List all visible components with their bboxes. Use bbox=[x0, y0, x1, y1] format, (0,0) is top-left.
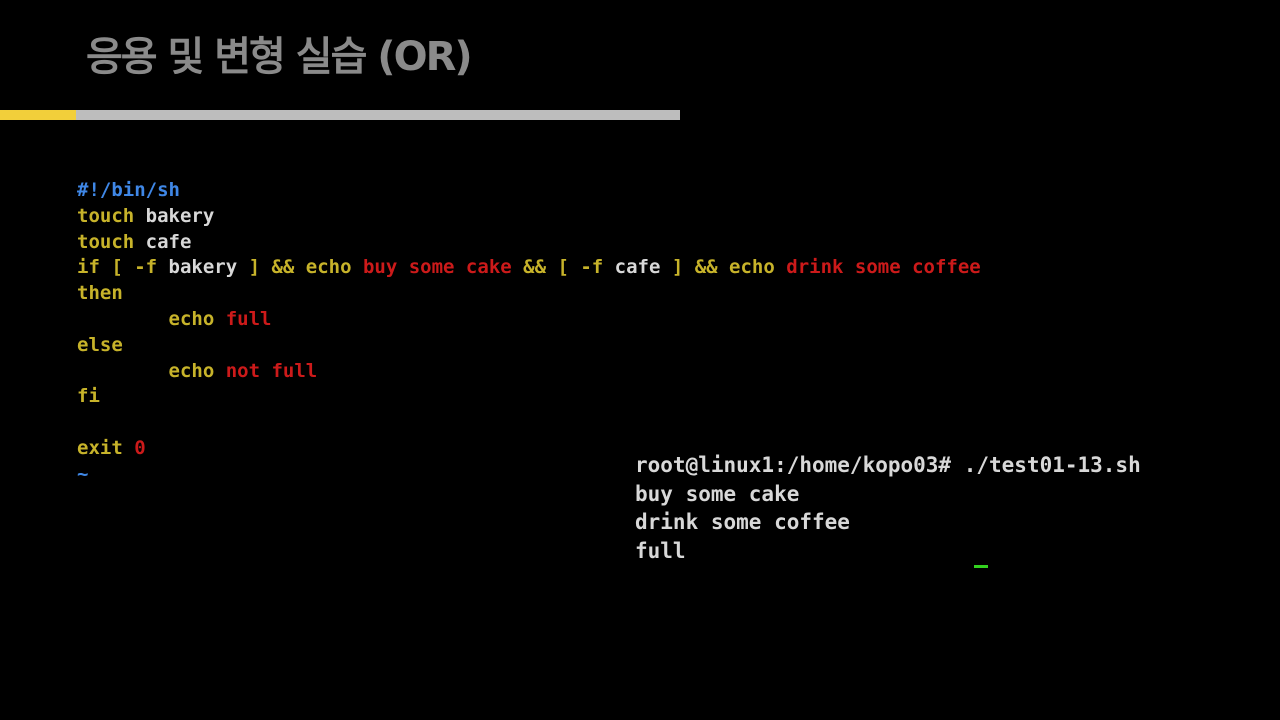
code-line: if [ -f bakery ] && echo buy some cake &… bbox=[77, 255, 981, 281]
title-underline bbox=[0, 110, 680, 120]
terminal-output: root@linux1:/home/kopo03# ./test01-13.sh… bbox=[635, 451, 1141, 565]
code-token: #!/bin/sh bbox=[77, 179, 180, 201]
code-token: drink some coffee bbox=[786, 256, 981, 279]
code-line: else bbox=[77, 333, 981, 359]
code-line: then bbox=[77, 281, 981, 307]
code-line: echo full bbox=[77, 307, 981, 333]
code-token: ~ bbox=[77, 462, 89, 485]
terminal-output-line: full bbox=[635, 538, 686, 563]
title-underline-accent bbox=[0, 110, 76, 120]
terminal-cursor bbox=[974, 565, 988, 568]
code-token: echo bbox=[77, 359, 226, 382]
code-token: bakery bbox=[157, 256, 249, 279]
terminal-prompt-line: root@linux1:/home/kopo03# ./test01-13.sh bbox=[635, 453, 1141, 477]
code-token: ] && echo bbox=[671, 256, 787, 279]
code-token: exit bbox=[77, 436, 135, 459]
code-token: 0 bbox=[134, 436, 146, 459]
shell-script-code: #!/bin/sh touch bakery touch cafe if [ -f b… bbox=[77, 178, 981, 488]
code-token: touch bbox=[77, 230, 135, 253]
code-token: echo bbox=[77, 307, 226, 330]
code-token: buy some cake bbox=[362, 256, 524, 279]
code-token: else bbox=[77, 333, 123, 356]
terminal-output-line: drink some coffee bbox=[635, 510, 850, 535]
code-line: #!/bin/sh bbox=[77, 178, 981, 204]
code-token: ] && echo bbox=[248, 256, 363, 279]
code-token: && [ -f bbox=[523, 256, 615, 279]
code-token: touch bbox=[77, 204, 135, 227]
terminal-output-line: buy some cake bbox=[635, 481, 800, 506]
code-line: touch bakery bbox=[77, 204, 981, 230]
code-line: touch cafe bbox=[77, 230, 981, 256]
code-token: if [ -f bbox=[77, 256, 158, 279]
slide-title: 응용 및 변형 실습 (OR) bbox=[86, 34, 473, 80]
code-token: cafe bbox=[134, 230, 192, 253]
code-token: fi bbox=[77, 385, 100, 408]
code-token: not full bbox=[225, 359, 318, 382]
code-line: fi bbox=[77, 384, 981, 410]
code-token: then bbox=[77, 282, 123, 305]
code-token: cafe bbox=[614, 256, 672, 279]
code-token: full bbox=[225, 307, 272, 330]
code-line: echo not full bbox=[77, 359, 981, 385]
code-token: bakery bbox=[134, 204, 215, 227]
